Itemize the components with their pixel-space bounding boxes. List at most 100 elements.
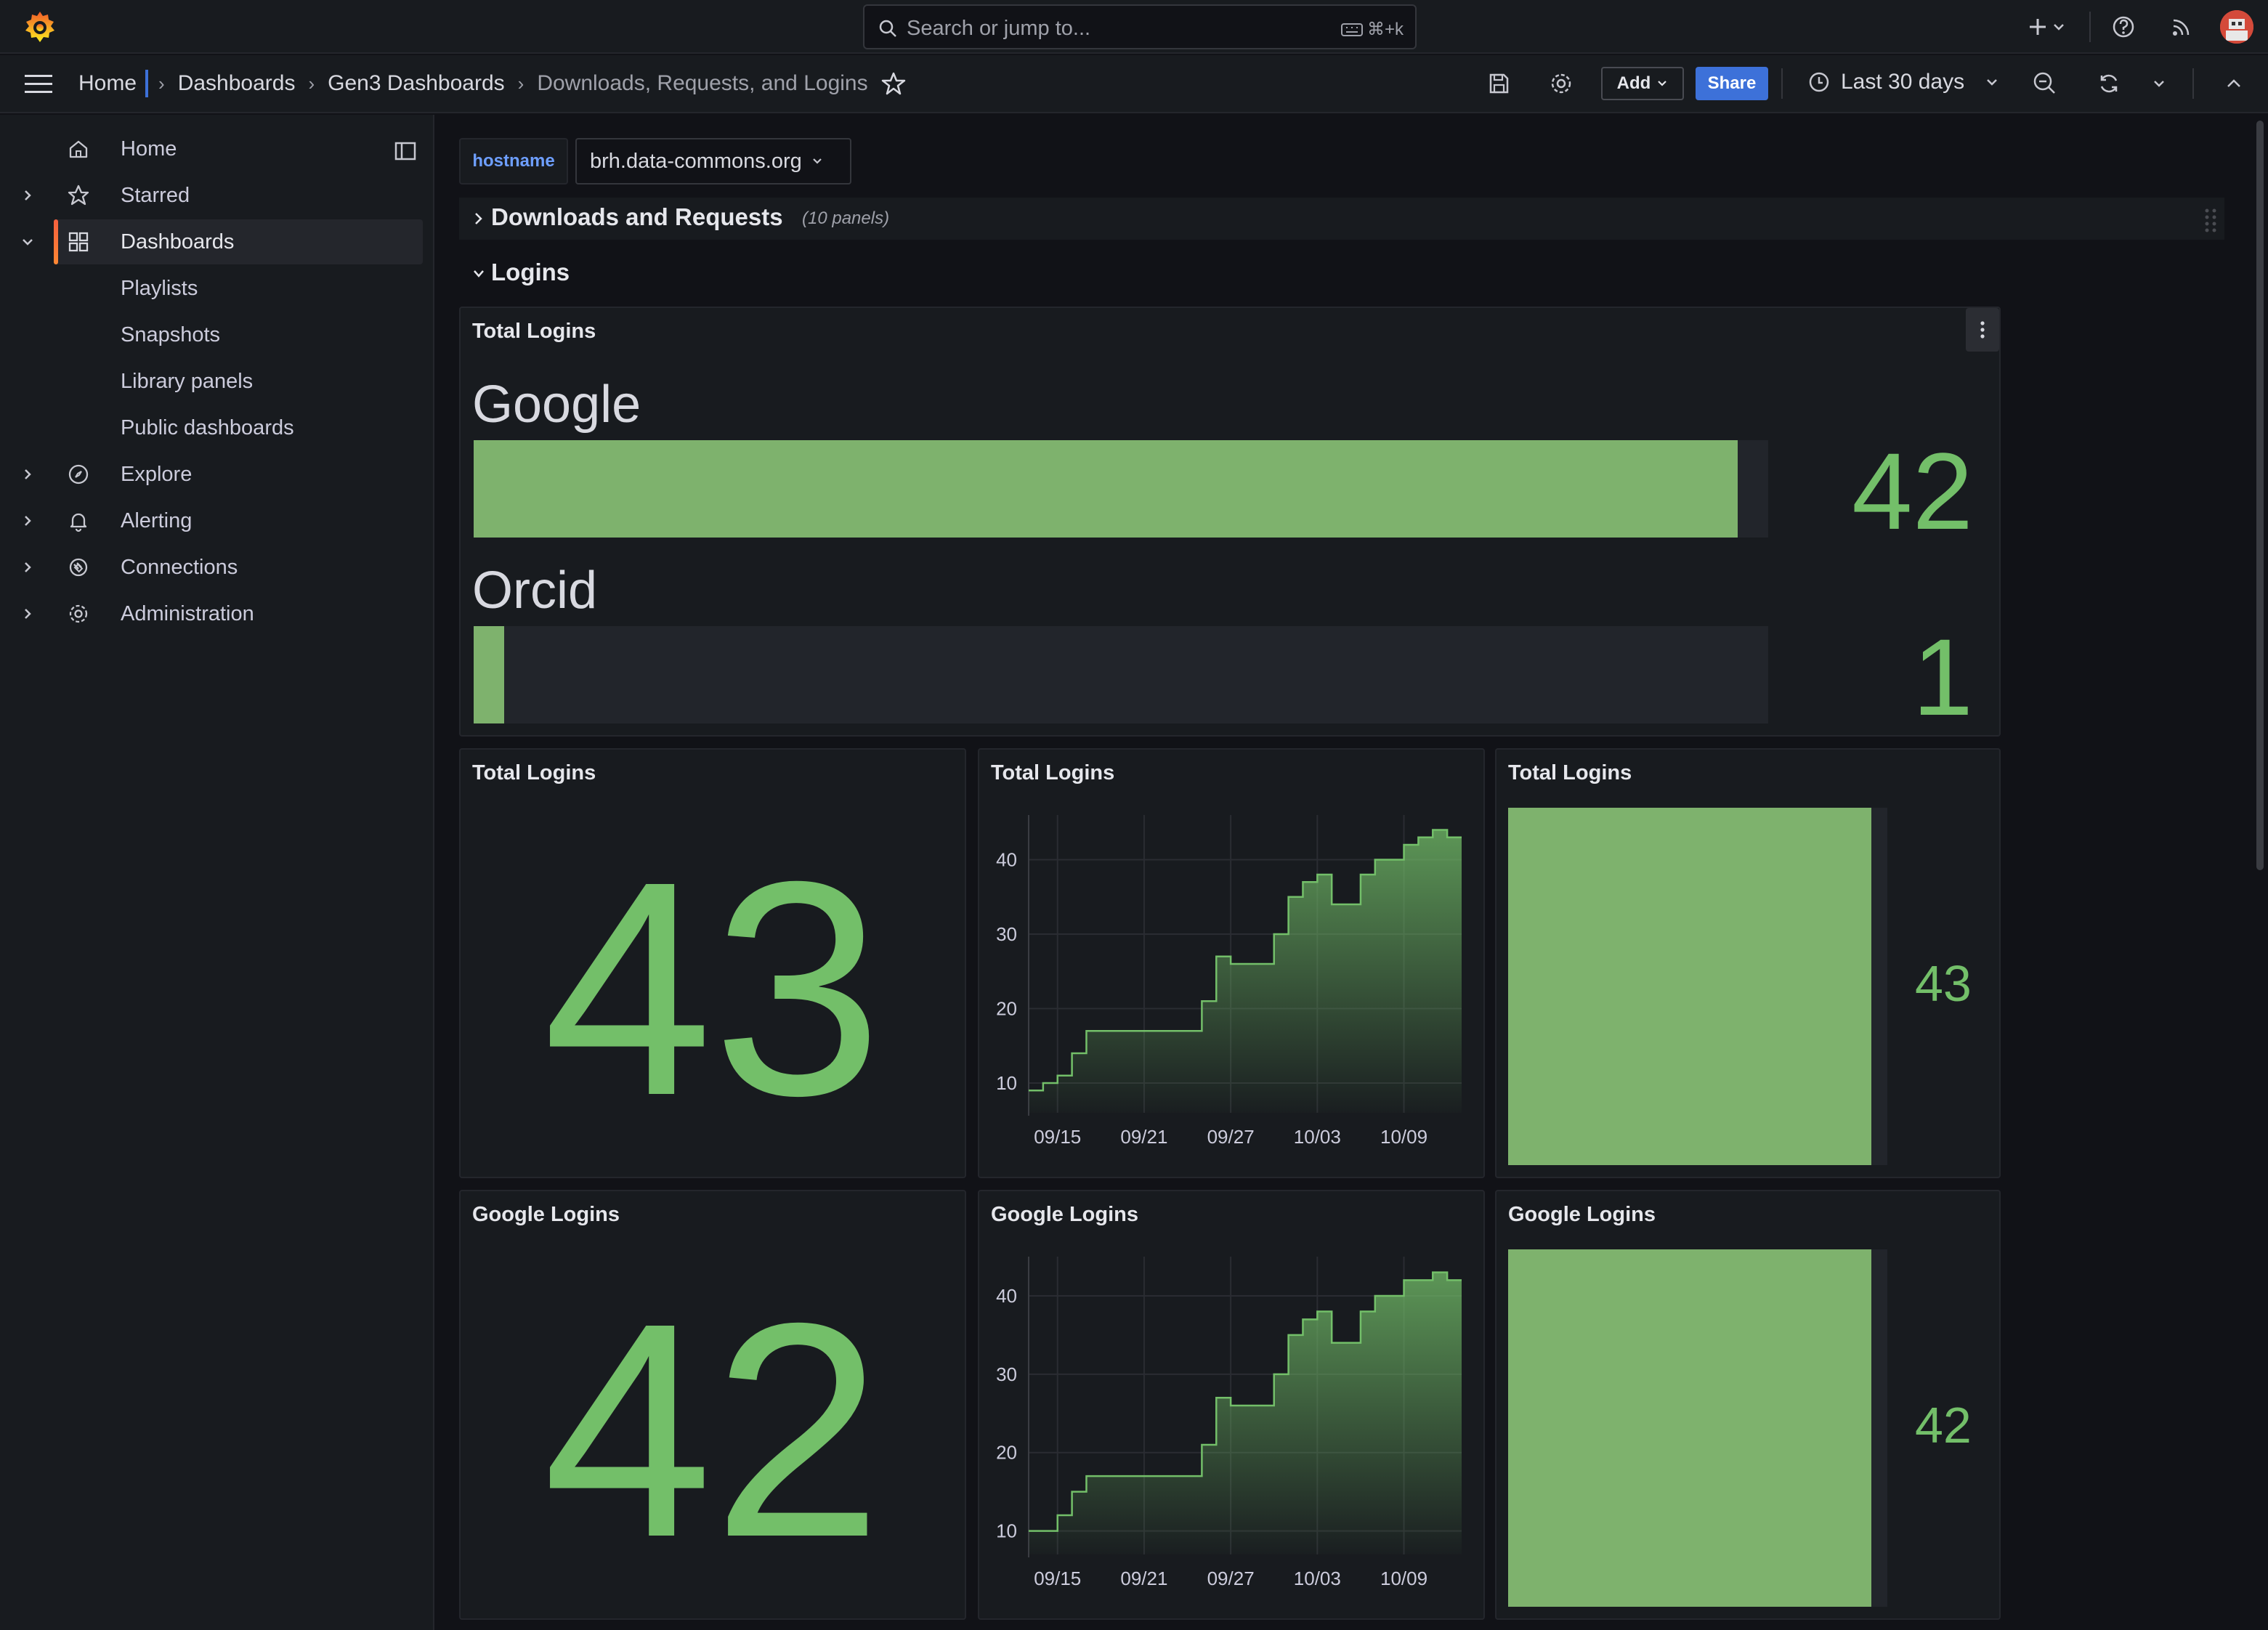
add-button[interactable]: Add: [1601, 67, 1684, 100]
sidebar-item-label: Connections: [121, 556, 238, 579]
panel-title: Total Logins: [472, 320, 596, 343]
chevron-down-icon[interactable]: [19, 233, 36, 251]
sidebar-item-snapshots[interactable]: Snapshots: [0, 312, 434, 357]
sidebar-item-label: Starred: [121, 184, 190, 207]
y-tick-label: 20: [996, 1442, 1017, 1464]
avatar-icon: [2220, 10, 2253, 44]
divider: [2192, 68, 2194, 99]
panel-stat-total-logins[interactable]: Total Logins 43: [459, 748, 966, 1178]
drag-handle-icon[interactable]: [2203, 206, 2219, 235]
bar-value: 42: [1915, 1397, 1972, 1453]
settings-gear-icon[interactable]: [1547, 70, 1575, 97]
panel-title: Total Logins: [991, 761, 1115, 784]
bell-icon: [70, 513, 87, 532]
panel-title: Google Logins: [1508, 1203, 1656, 1226]
sidebar-item-playlists[interactable]: Playlists: [0, 266, 434, 311]
y-tick-label: 10: [996, 1520, 1017, 1542]
timeseries-chart: 10 20 30 40 09/15 09/21 09/27 10/03 10/09: [996, 1257, 1462, 1589]
sidebar-item-starred[interactable]: Starred: [0, 173, 434, 218]
breadcrumb-home[interactable]: Home: [78, 71, 137, 96]
sidebar-item-connections[interactable]: Connections: [0, 545, 434, 590]
series-area: [1029, 1272, 1462, 1554]
chevron-down-icon: [1658, 81, 1667, 86]
page-scrollbar[interactable]: [2252, 115, 2268, 1630]
y-tick-label: 10: [996, 1072, 1017, 1094]
bar-fill: [1508, 808, 1871, 1165]
zoom-out-icon[interactable]: [2031, 70, 2059, 97]
bargauge-value: 42: [1852, 430, 1973, 552]
breadcrumb-folder[interactable]: Gen3 Dashboards: [328, 71, 505, 96]
sidebar-item-explore[interactable]: Explore: [0, 452, 434, 497]
search-icon: [879, 20, 896, 37]
timeseries-chart: 10 20 30 40 09/15 09/21 09/27 10/03 10/09: [996, 815, 1462, 1148]
bargauge-label: Google: [472, 376, 641, 434]
chevron-down-icon[interactable]: [2050, 13, 2067, 41]
panel-timeseries-total-logins[interactable]: Total Logins 10 20 30 40 09/15 09/21 09/27 10/0…: [978, 748, 1485, 1178]
sidebar-item-administration[interactable]: Administration: [0, 591, 434, 636]
chevron-down-icon[interactable]: [471, 264, 487, 283]
scrollbar-thumb[interactable]: [2256, 121, 2264, 870]
panel-bargauge-total-logins[interactable]: Total Logins Google 42 Orcid 1: [459, 307, 2001, 737]
breadcrumb-current: Downloads, Requests, and Logins: [537, 71, 868, 95]
row-panel-count: (10 panels): [802, 208, 890, 228]
refresh-interval-chevron-icon[interactable]: [2150, 70, 2168, 97]
chevron-right-icon[interactable]: [19, 559, 36, 576]
new-plus-icon[interactable]: [2024, 13, 2052, 41]
panel-menu-button[interactable]: [1966, 308, 1999, 352]
time-range-picker[interactable]: Last 30 days: [1807, 70, 2001, 94]
chevron-right-icon[interactable]: [19, 466, 36, 483]
panel-title: Total Logins: [1508, 761, 1632, 784]
chevron-right-icon[interactable]: [19, 605, 36, 623]
x-tick-label: 09/15: [1034, 1126, 1081, 1148]
sidebar-item-label: Public dashboards: [121, 416, 294, 439]
connections-icon: [69, 558, 88, 577]
favorite-star-icon[interactable]: [881, 71, 906, 96]
user-avatar[interactable]: [2220, 10, 2253, 44]
help-icon[interactable]: [2110, 13, 2137, 41]
refresh-icon[interactable]: [2095, 70, 2123, 97]
chevron-right-icon[interactable]: [471, 209, 487, 228]
y-tick-label: 30: [996, 1363, 1017, 1385]
sidebar-item-label: Administration: [121, 602, 254, 625]
chevron-right-icon[interactable]: [19, 187, 36, 204]
breadcrumb-dashboards[interactable]: Dashboards: [178, 71, 296, 96]
row-title[interactable]: Logins: [491, 259, 570, 286]
collapse-up-icon[interactable]: [2220, 70, 2248, 97]
more-vertical-icon: [1980, 321, 1985, 338]
save-icon[interactable]: [1485, 70, 1512, 97]
panel-title: Total Logins: [472, 761, 596, 784]
x-tick-label: 10/09: [1380, 1126, 1427, 1148]
hostname-variable-select[interactable]: brh.data-commons.org: [575, 138, 851, 185]
search-input[interactable]: Search or jump to... ⌘+k: [863, 4, 1417, 49]
news-feed-icon[interactable]: [2168, 13, 2195, 41]
home-icon: [69, 140, 88, 158]
active-highlight: [54, 219, 423, 264]
bar-fill: [1508, 1249, 1871, 1607]
chevron-right-icon[interactable]: [19, 512, 36, 530]
active-indicator: [54, 219, 58, 264]
row-title[interactable]: Downloads and Requests: [491, 203, 783, 231]
sidebar-item-home[interactable]: Home: [0, 126, 434, 171]
share-button[interactable]: Share: [1696, 67, 1768, 100]
panel-bar-total-logins[interactable]: Total Logins 43: [1495, 748, 2001, 1178]
x-tick-label: 09/27: [1207, 1126, 1255, 1148]
sidebar-item-alerting[interactable]: Alerting: [0, 498, 434, 543]
sidebar-item-public-dashboards[interactable]: Public dashboards: [0, 405, 434, 450]
time-range-label: Last 30 days: [1841, 70, 1965, 94]
panel-stat-google-logins[interactable]: Google Logins 42: [459, 1190, 966, 1620]
chevron-right-icon: ›: [158, 72, 165, 94]
dashboard-nav-bar: Home › Dashboards › Gen3 Dashboards › Do…: [0, 55, 2268, 113]
sidebar-item-dashboards[interactable]: Dashboards: [0, 219, 434, 264]
panel-title: Google Logins: [472, 1203, 620, 1226]
sidebar-item-label: Home: [121, 137, 177, 161]
x-tick-label: 10/03: [1294, 1568, 1341, 1589]
menu-icon[interactable]: [23, 73, 54, 96]
compass-icon: [68, 464, 89, 484]
panel-timeseries-google-logins[interactable]: Google Logins 10 20 30 40 09/15 09/21 09/27 10/…: [978, 1190, 1485, 1620]
x-tick-label: 09/21: [1120, 1126, 1167, 1148]
grafana-logo-icon[interactable]: [22, 9, 58, 45]
sidebar-item-library-panels[interactable]: Library panels: [0, 359, 434, 404]
sidebar: Home Starred Dashboards Playlists Snapsh…: [0, 115, 434, 1630]
panel-bar-google-logins[interactable]: Google Logins 42: [1495, 1190, 2001, 1620]
divider: [2089, 12, 2091, 42]
